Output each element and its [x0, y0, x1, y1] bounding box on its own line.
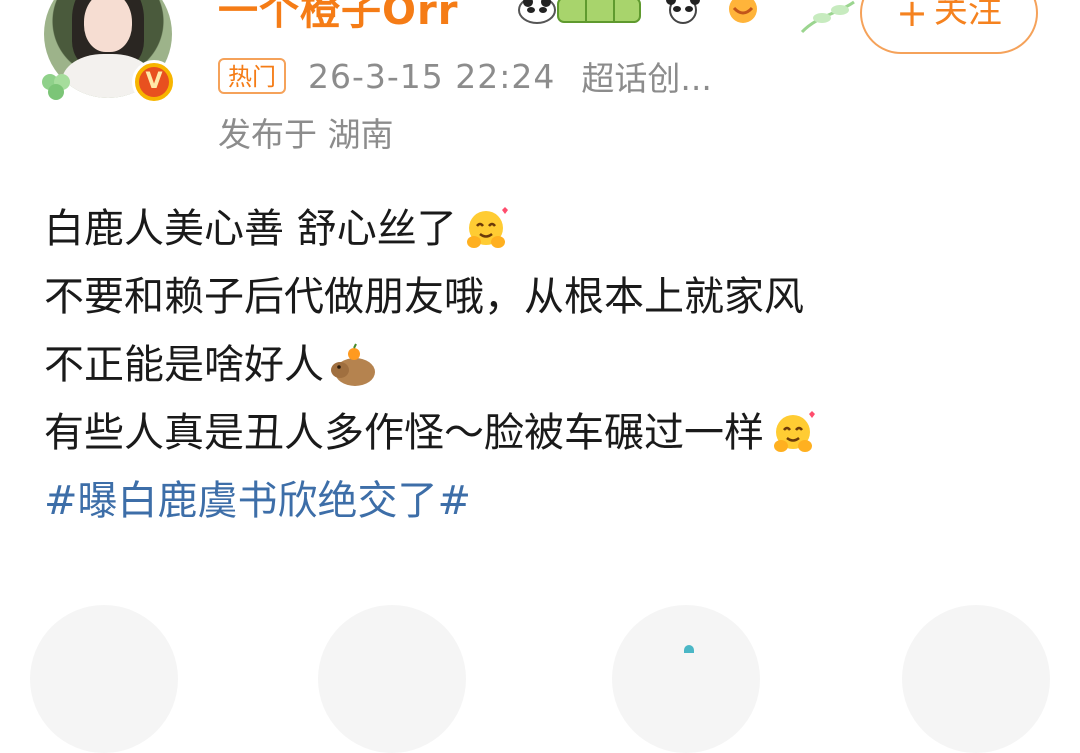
hug-emoji-icon	[774, 411, 815, 452]
post-line: 不要和赖子后代做朋友哦，从根本上就家风	[44, 263, 1054, 331]
post-content: 白鹿人美心善 舒心丝了 不要和赖子后代做朋友哦，从根本上就家风 不正能是啥好人 …	[44, 195, 1054, 535]
hot-tag: 热门	[218, 58, 286, 94]
leaf-decoration-icon	[800, 0, 855, 34]
username[interactable]: 一个橙子Orr	[218, 0, 458, 36]
action-button[interactable]	[612, 605, 760, 753]
post-line: #曝白鹿虞书欣绝交了#	[44, 467, 1054, 535]
panda-medal-icon	[518, 0, 556, 24]
post-line: 白鹿人美心善 舒心丝了	[44, 195, 1054, 263]
hug-emoji-icon	[466, 207, 508, 248]
verified-badge-icon: V	[132, 60, 176, 104]
smile-emoji-icon	[729, 0, 757, 23]
capybara-emoji-icon	[331, 343, 375, 386]
post-meta: 热门 26-3-15 22:24 超话创...	[218, 54, 712, 98]
action-button[interactable]	[318, 605, 466, 753]
post-timestamp: 26-3-15 22:24	[308, 56, 556, 96]
follow-button[interactable]: + 关注	[860, 0, 1038, 54]
post-line-text: 不要和赖子后代做朋友哦，从根本上就家风	[44, 274, 804, 320]
panda-icon	[666, 0, 700, 24]
post-line: 有些人真是丑人多作怪～脸被车碾过一样	[44, 399, 1054, 467]
action-icon-tip	[684, 645, 694, 653]
post-line-text: 白鹿人美心善 舒心丝了	[44, 206, 457, 252]
avatar-face	[84, 0, 132, 52]
post-line-text: 有些人真是丑人多作怪～脸被车碾过一样	[44, 410, 764, 456]
post-line: 不正能是啥好人	[44, 331, 1054, 399]
post-line-text: 不正能是啥好人	[44, 342, 324, 388]
action-button[interactable]	[902, 605, 1050, 753]
clover-decoration-icon	[42, 74, 70, 100]
bamboo-badge-icon	[557, 0, 641, 23]
post-source[interactable]: 超话创...	[581, 52, 711, 100]
action-button[interactable]	[30, 605, 178, 753]
verified-badge-letter: V	[139, 67, 169, 97]
post-location: 发布于 湖南	[218, 115, 394, 154]
plus-icon: +	[896, 0, 928, 35]
follow-label: 关注	[933, 0, 1002, 31]
topic-link[interactable]: #曝白鹿虞书欣绝交了#	[44, 467, 471, 535]
